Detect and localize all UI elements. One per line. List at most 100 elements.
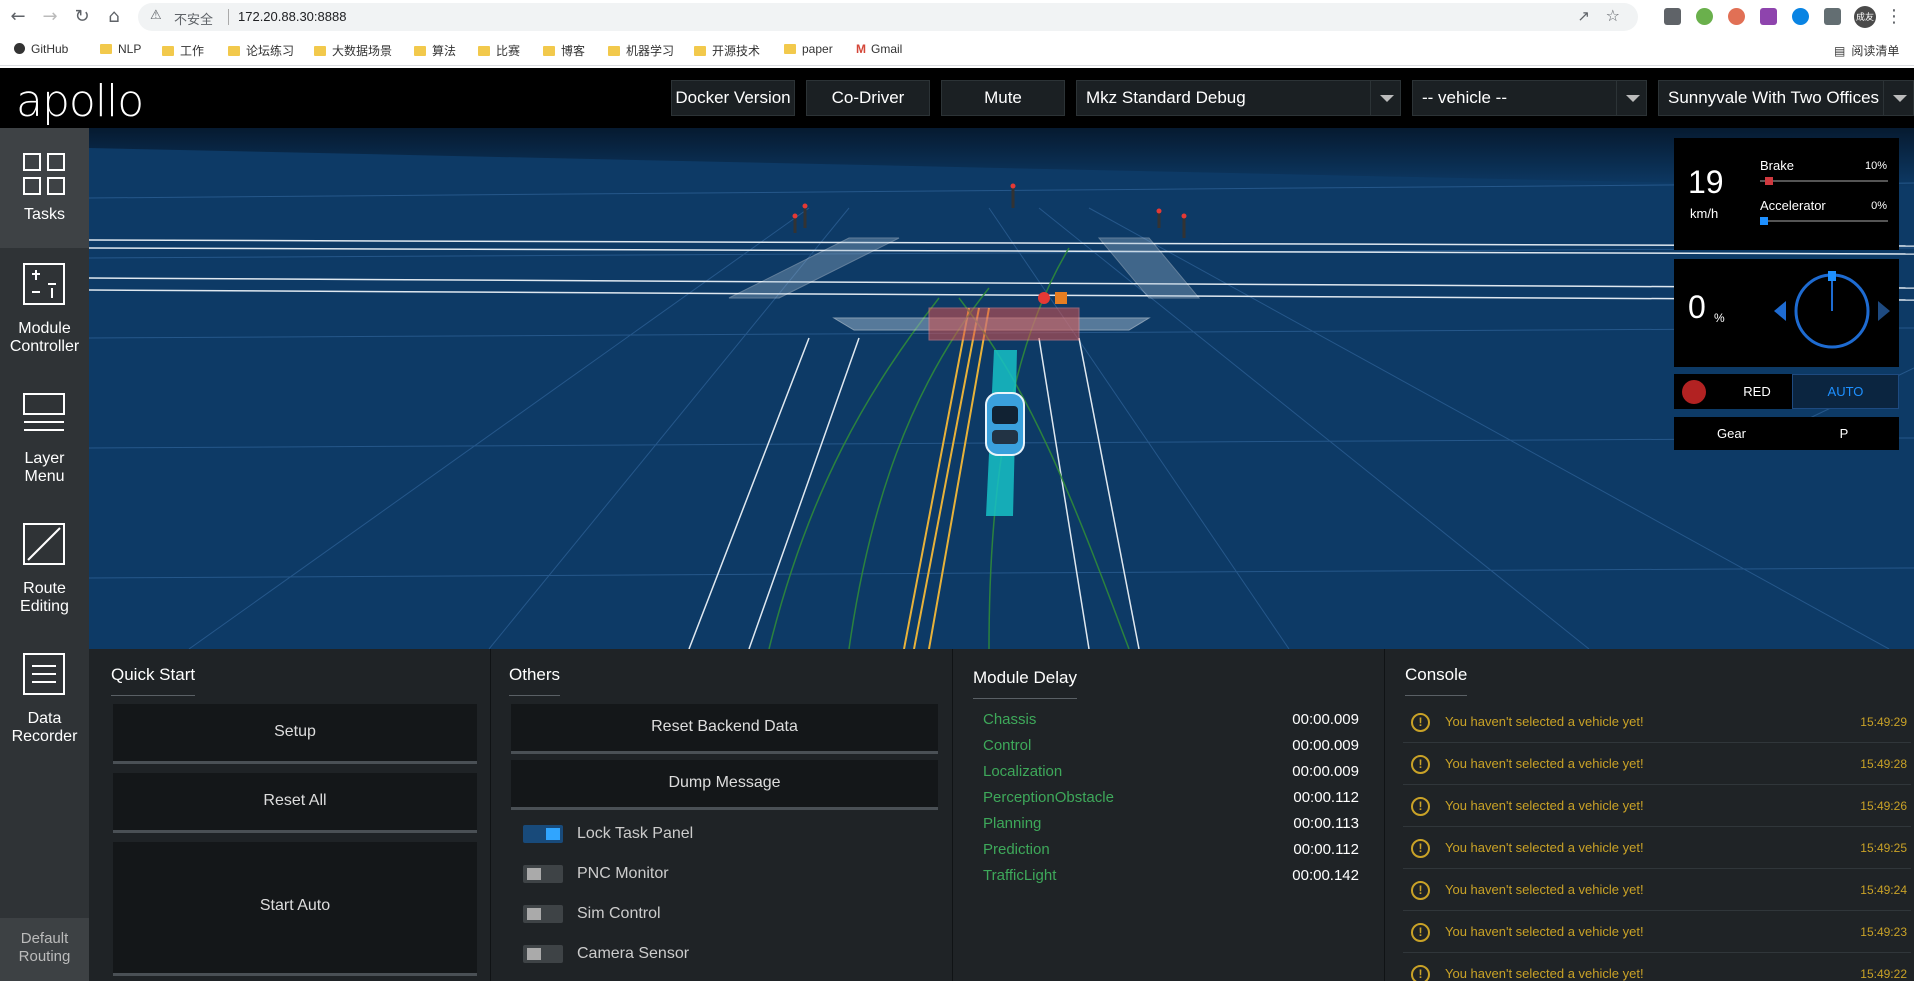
- extension-icon[interactable]: [1792, 8, 1809, 25]
- steering-wheel-icon: [1774, 271, 1890, 349]
- lock-task-panel-toggle[interactable]: [523, 825, 563, 843]
- extension-icon[interactable]: [1728, 8, 1745, 25]
- bookmark-star-icon[interactable]: ☆: [1606, 6, 1620, 25]
- bookmark-paper[interactable]: paper: [784, 42, 833, 56]
- start-auto-button[interactable]: Start Auto: [113, 842, 477, 976]
- sim-control-label: Sim Control: [577, 905, 661, 922]
- puzzle-icon[interactable]: [1824, 8, 1841, 25]
- insecure-label: 不安全: [174, 12, 214, 27]
- sim-control-toggle[interactable]: [523, 905, 563, 923]
- bookmark-github[interactable]: GitHub: [14, 42, 68, 56]
- chevron-down-icon: [1370, 81, 1400, 115]
- bookmark-competition[interactable]: 比赛: [478, 42, 520, 59]
- dump-message-button[interactable]: Dump Message: [511, 760, 938, 810]
- sidebar-item-module-controller[interactable]: Module Controller: [0, 258, 89, 378]
- accelerator-label: Accelerator: [1760, 198, 1826, 213]
- home-icon[interactable]: ⌂: [104, 7, 124, 27]
- brake-track: [1760, 177, 1888, 185]
- bookmark-work[interactable]: 工作: [162, 42, 204, 59]
- console-row: ! You haven't selected a vehicle yet! 15:4…: [1403, 869, 1911, 911]
- ego-vehicle: [985, 392, 1025, 456]
- bookmark-algo[interactable]: 算法: [414, 42, 456, 59]
- gear-value: P: [1839, 426, 1849, 441]
- others-title: Others: [509, 665, 561, 696]
- sidebar-item-tasks[interactable]: Tasks: [0, 128, 89, 248]
- forward-icon[interactable]: →: [40, 7, 60, 27]
- sliders-icon: [23, 263, 65, 305]
- url-input[interactable]: ⚠ 不安全 172.20.88.30:8888 ↗ ☆: [138, 3, 1638, 31]
- url-divider: [228, 9, 229, 25]
- signal-state: RED: [1743, 384, 1771, 399]
- reset-all-button[interactable]: Reset All: [113, 773, 477, 833]
- console-row: ! You haven't selected a vehicle yet! 15:4…: [1403, 701, 1911, 743]
- map-select[interactable]: Sunnyvale With Two Offices: [1658, 80, 1914, 116]
- pnc-monitor-label: PNC Monitor: [577, 865, 669, 882]
- console-row: ! You haven't selected a vehicle yet! 15:4…: [1403, 743, 1911, 785]
- bookmark-ml[interactable]: 机器学习: [608, 42, 674, 59]
- back-icon[interactable]: ←: [8, 7, 28, 27]
- warning-icon: ⚠: [150, 8, 162, 23]
- url-text: 172.20.88.30:8888: [238, 9, 347, 24]
- bookmark-forum[interactable]: 论坛练习: [228, 42, 294, 59]
- stop-sign-icon: [1038, 292, 1050, 304]
- stop-fence: [928, 307, 1080, 341]
- sidebar-item-route-editing[interactable]: Route Editing: [0, 518, 89, 638]
- accelerator-track: [1760, 217, 1888, 225]
- extension-icon[interactable]: [1760, 8, 1777, 25]
- sidebar-item-layer-menu[interactable]: Layer Menu: [0, 388, 89, 508]
- bookmark-bigdata[interactable]: 大数据场景: [314, 42, 392, 59]
- console-row: ! You haven't selected a vehicle yet! 15:4…: [1403, 953, 1911, 981]
- chevron-down-icon: [1883, 81, 1913, 115]
- document-icon: [23, 653, 65, 695]
- brake-value: 10%: [1864, 160, 1887, 172]
- bookmark-gmail[interactable]: M Gmail: [856, 42, 902, 56]
- console-row: ! You haven't selected a vehicle yet! 15:4…: [1403, 827, 1911, 869]
- speed-panel: 19 km/h Brake 10% Accelerator 0%: [1674, 138, 1899, 250]
- bookmark-opensource[interactable]: 开源技术: [694, 42, 760, 59]
- mode-select[interactable]: Mkz Standard Debug: [1076, 80, 1401, 116]
- extension-icon[interactable]: [1696, 8, 1713, 25]
- route-icon: [23, 523, 65, 565]
- module-delay-title: Module Delay: [973, 668, 1077, 699]
- reading-list[interactable]: ▤ 阅读清单: [1834, 42, 1899, 59]
- gear-panel: Gear P: [1674, 417, 1899, 450]
- quick-start-card: Quick Start Setup Reset All Start Auto: [89, 649, 490, 981]
- docker-version-button[interactable]: Docker Version: [671, 80, 795, 116]
- sidebar: Tasks Module Controller Layer Menu Route…: [0, 128, 89, 981]
- setup-button[interactable]: Setup: [113, 704, 477, 764]
- co-driver-button[interactable]: Co-Driver: [806, 80, 930, 116]
- red-signal-icon: [1682, 380, 1706, 404]
- brake-bar: [1764, 177, 1773, 185]
- share-icon[interactable]: ↗: [1577, 7, 1590, 25]
- warning-icon: !: [1411, 713, 1430, 732]
- accelerator-bar: [1760, 217, 1768, 225]
- console-row: ! You haven't selected a vehicle yet! 15:4…: [1403, 911, 1911, 953]
- simulation-scene[interactable]: [89, 128, 1914, 649]
- camera-sensor-toggle[interactable]: [523, 945, 563, 963]
- bottom-panels: Quick Start Setup Reset All Start Auto O…: [89, 649, 1914, 981]
- vehicle-select[interactable]: -- vehicle --: [1412, 80, 1647, 116]
- vehicle-dashboard: 19 km/h Brake 10% Accelerator 0% 0 % RED…: [1674, 138, 1899, 450]
- profile-avatar[interactable]: 成友: [1854, 6, 1876, 28]
- warning-icon: !: [1411, 839, 1430, 858]
- menu-dots-icon[interactable]: ⋮: [1884, 7, 1904, 27]
- app-header: apollo Docker Version Co-Driver Mute Mkz…: [0, 68, 1914, 128]
- console-row: ! You haven't selected a vehicle yet! 15:4…: [1403, 785, 1911, 827]
- bookmark-blog[interactable]: 博客: [543, 42, 585, 59]
- brake-label: Brake: [1760, 158, 1794, 173]
- console-title: Console: [1405, 665, 1468, 696]
- steering-value: 0: [1688, 289, 1706, 325]
- bookmark-nlp[interactable]: NLP: [100, 42, 141, 56]
- reload-icon[interactable]: ↻: [72, 7, 92, 27]
- default-routing-button[interactable]: Default Routing: [0, 918, 89, 981]
- sidebar-item-data-recorder[interactable]: Data Recorder: [0, 648, 89, 768]
- others-card: Others Reset Backend Data Dump Message L…: [490, 649, 952, 981]
- gear-label: Gear: [1717, 426, 1746, 441]
- address-bar-row: ← → ↻ ⌂ ⚠ 不安全 172.20.88.30:8888 ↗ ☆ 成友 ⋮: [0, 0, 1914, 34]
- reset-backend-data-button[interactable]: Reset Backend Data: [511, 704, 938, 754]
- chevron-down-icon: [1616, 81, 1646, 115]
- mute-button[interactable]: Mute: [941, 80, 1065, 116]
- apollo-logo: apollo: [16, 76, 144, 127]
- pnc-monitor-toggle[interactable]: [523, 865, 563, 883]
- extension-icon[interactable]: [1664, 8, 1681, 25]
